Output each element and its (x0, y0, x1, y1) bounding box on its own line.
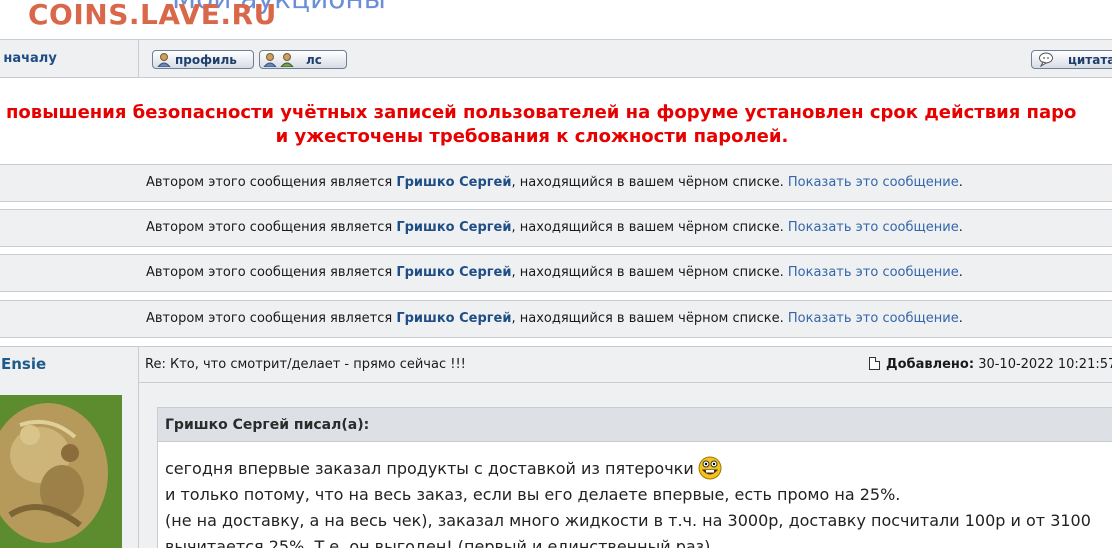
post-document-icon[interactable] (869, 357, 880, 370)
blacklist-prefix: Автором этого сообщения является (146, 175, 397, 190)
blacklisted-author-link[interactable]: Гришко Сергей (396, 220, 511, 235)
show-post-link[interactable]: Показать это сообщение (788, 175, 959, 190)
blacklist-suffix: . (958, 311, 963, 326)
blacklisted-post-row: Автором этого сообщения является Гришко … (0, 209, 1112, 247)
private-message-button[interactable]: лс (259, 50, 347, 69)
blacklisted-author-link[interactable]: Гришко Сергей (396, 311, 511, 326)
quote-header: Гришко Сергей писал(а): (158, 408, 1112, 442)
blacklisted-author-link[interactable]: Гришко Сергей (396, 265, 511, 280)
site-logo[interactable]: COINS.LAVE.RU (28, 0, 277, 31)
quote-button[interactable]: цитата (1031, 50, 1112, 69)
notice-line-2: и ужесточены требования к сложности паро… (275, 126, 789, 147)
quote-button-label: цитата (1068, 52, 1112, 67)
blacklist-middle: , находящийся в вашем чёрном списке. (511, 265, 788, 280)
added-label: Добавлено: (886, 357, 975, 372)
avatar-coin-image (0, 395, 122, 548)
blacklist-prefix: Автором этого сообщения является (146, 311, 397, 326)
blacklisted-post-row: Автором этого сообщения является Гришко … (0, 300, 1112, 338)
notice-line-1: повышения безопасности учётных записей п… (6, 102, 1077, 123)
post-title: Re: Кто, что смотрит/делает - прямо сейч… (145, 357, 466, 372)
profile-button[interactable]: профиль (152, 50, 254, 69)
blacklist-middle: , находящийся в вашем чёрном списке. (511, 311, 788, 326)
blacklist-suffix: . (958, 175, 963, 190)
blacklist-prefix: Автором этого сообщения является (146, 220, 397, 235)
users-pm-icon (263, 53, 294, 67)
forum-post: Ensie Re: Кто, что смотрит/делает - прям… (0, 346, 1112, 548)
blacklist-prefix: Автором этого сообщения является (146, 265, 397, 280)
row-gap (0, 338, 1112, 346)
blacklisted-post-row: Автором этого сообщения является Гришко … (0, 164, 1112, 202)
profile-button-label: профиль (175, 52, 237, 67)
pm-button-label: лс (306, 52, 322, 67)
post-nav-row: к началу профиль лс цитата (0, 40, 1112, 78)
show-post-link[interactable]: Показать это сообщение (788, 311, 959, 326)
user-avatar (0, 395, 122, 548)
row-gap (0, 292, 1112, 299)
row-gap (0, 247, 1112, 254)
user-profile-icon (157, 53, 171, 67)
post-author-username[interactable]: Ensie (1, 355, 46, 373)
blacklist-middle: , находящийся в вашем чёрном списке. (511, 175, 788, 190)
blacklist-middle: , находящийся в вашем чёрном списке. (511, 220, 788, 235)
grin-smiley-icon (698, 456, 722, 480)
show-post-link[interactable]: Показать это сообщение (788, 220, 959, 235)
blacklisted-post-row: Автором этого сообщения является Гришко … (0, 254, 1112, 292)
post-header: Re: Кто, что смотрит/делает - прямо сейч… (139, 347, 1112, 383)
added-value: 30-10-2022 10:21:57 (978, 357, 1112, 372)
quote-line: вычитается 25%. Т.е. он выгоден! (первый… (165, 537, 711, 548)
column-divider (138, 40, 139, 78)
post-date: Добавлено: 30-10-2022 10:21:57 (869, 347, 1112, 383)
row-gap (0, 202, 1112, 209)
quote-line: и только потому, что на весь заказ, если… (165, 485, 901, 504)
blacklisted-author-link[interactable]: Гришко Сергей (396, 175, 511, 190)
show-post-link[interactable]: Показать это сообщение (788, 265, 959, 280)
back-link-label: к началу (0, 51, 57, 66)
back-to-top-link[interactable]: к началу (0, 51, 67, 66)
quote-block: Гришко Сергей писал(а): сегодня впервые … (157, 407, 1112, 548)
quote-line: сегодня впервые заказал продукты с доста… (165, 454, 1112, 482)
security-notice: повышения безопасности учётных записей п… (0, 78, 1112, 164)
blacklist-suffix: . (958, 220, 963, 235)
speech-bubble-icon (1039, 52, 1053, 67)
site-header: Мои аукционы COINS.LAVE.RU (0, 0, 1112, 40)
quote-body: сегодня впервые заказал продукты с доста… (158, 442, 1112, 548)
blacklist-suffix: . (958, 265, 963, 280)
quote-line: (не на доставку, а на весь чек), заказал… (165, 511, 1091, 530)
